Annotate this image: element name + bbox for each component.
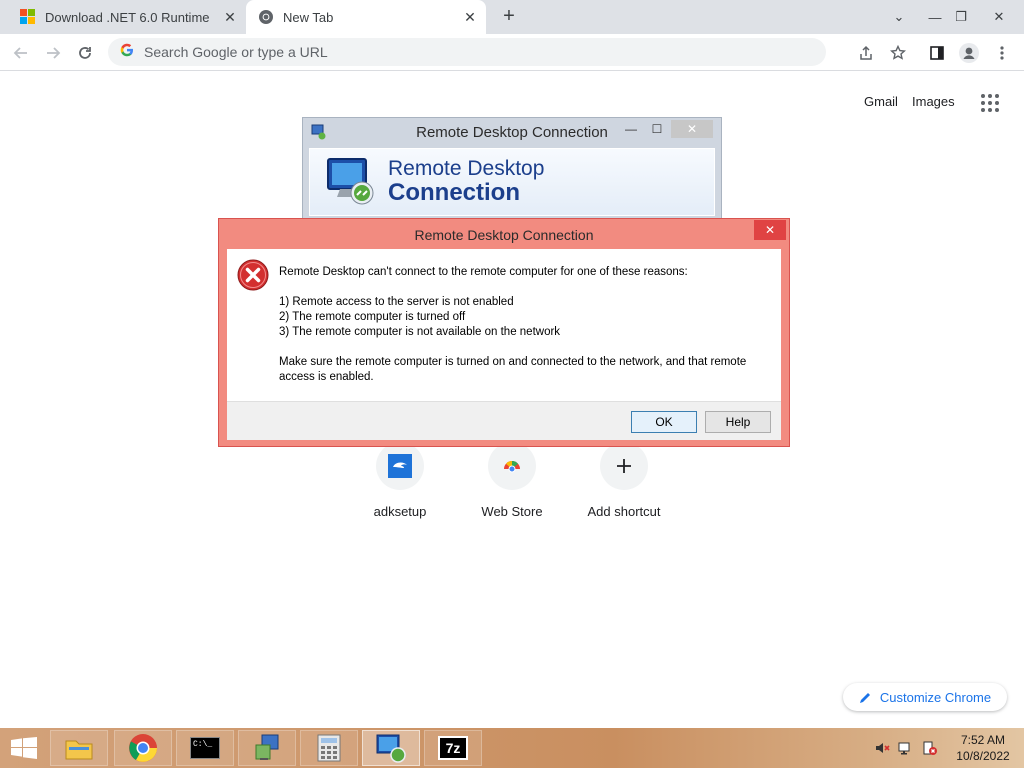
taskbar-clock[interactable]: 7:52 AM 10/8/2022 [948, 732, 1018, 764]
tab-close-icon[interactable]: ✕ [220, 7, 240, 27]
side-panel-button[interactable] [924, 40, 950, 66]
help-button[interactable]: Help [705, 411, 771, 433]
plus-icon [617, 459, 631, 473]
avatar-icon [959, 43, 979, 63]
taskbar-7zip[interactable]: 7z [424, 730, 482, 766]
taskbar-chrome[interactable] [114, 730, 172, 766]
error-dialog-titlebar[interactable]: Remote Desktop Connection ✕ [219, 219, 789, 249]
share-icon [860, 45, 872, 60]
error-intro: Remote Desktop can't connect to the remo… [279, 266, 688, 278]
star-icon [890, 45, 906, 60]
chrome-icon [258, 9, 274, 25]
error-icon [237, 259, 269, 291]
file-explorer-icon [65, 740, 93, 760]
start-button[interactable] [10, 737, 38, 759]
gmail-link[interactable]: Gmail [864, 94, 898, 109]
calculator-icon [317, 734, 341, 762]
error-message: Remote Desktop can't connect to the remo… [279, 265, 774, 385]
microsoft-logo-icon [20, 9, 36, 25]
remote-desktop-icon [376, 734, 406, 763]
rdc-maximize-button[interactable]: ☐ [647, 120, 667, 138]
forward-arrow-icon [47, 47, 61, 59]
tab-strip: Download .NET 6.0 Runtime ✕ New Tab ✕ + … [0, 0, 1024, 34]
error-reason-2: 2) The remote computer is turned off [279, 311, 466, 323]
chrome-icon [129, 734, 157, 762]
customize-chrome-button[interactable]: Customize Chrome [843, 683, 1007, 711]
rdc-minimize-button[interactable]: — [621, 120, 641, 138]
error-advice: Make sure the remote computer is turned … [279, 356, 747, 383]
forward-button[interactable] [40, 40, 66, 66]
customize-chrome-label: Customize Chrome [879, 689, 992, 705]
kebab-menu-icon [1000, 46, 1004, 60]
adk-icon [388, 454, 412, 478]
chrome-menu-button[interactable] [989, 40, 1015, 66]
error-dialog-close-button[interactable]: ✕ [754, 220, 786, 240]
network-icon[interactable] [898, 740, 914, 756]
reload-icon [79, 47, 91, 59]
tab-title: Download .NET 6.0 Runtime [45, 9, 210, 25]
command-prompt-icon: C:\_ [190, 737, 220, 759]
google-apps-icon[interactable] [981, 94, 999, 112]
tab-close-icon[interactable]: ✕ [460, 7, 480, 27]
error-reason-1: 1) Remote access to the server is not en… [279, 296, 514, 308]
cmd-icon-text: C:\_ [193, 740, 213, 749]
restore-button[interactable]: ❐ [944, 0, 978, 34]
pencil-icon [859, 692, 870, 703]
rdc-titlebar[interactable]: Remote Desktop Connection — ☐ ✕ [303, 118, 721, 146]
google-g-icon [120, 43, 134, 62]
taskbar-calculator[interactable] [300, 730, 358, 766]
shortcut-label: Web Store [481, 504, 543, 519]
rdc-banner: Remote Desktop Connection [309, 148, 715, 216]
7zip-icon-text: 7z [445, 740, 461, 756]
error-dialog-title: Remote Desktop Connection [414, 227, 594, 243]
browser-toolbar [0, 34, 1024, 71]
tab-search-dropdown-icon[interactable]: ⌄ [882, 0, 916, 34]
close-window-button[interactable]: ✕ [982, 0, 1016, 34]
error-dialog: Remote Desktop Connection ✕ Remote Deskt… [218, 218, 790, 447]
side-panel-icon [930, 46, 944, 60]
clock-date: 10/8/2022 [956, 749, 1010, 763]
7zip-icon: 7z [438, 736, 468, 760]
windows-logo-icon [11, 737, 37, 759]
shortcut-web-store[interactable]: Web Store [456, 442, 568, 519]
error-dialog-footer: OK Help [227, 401, 781, 440]
images-link[interactable]: Images [912, 94, 955, 109]
remote-desktop-icon [326, 157, 378, 212]
address-input[interactable] [144, 44, 744, 60]
rdc-banner-line1: Remote Desktop [388, 157, 545, 180]
taskbar-setup-installer[interactable] [238, 730, 296, 766]
shortcut-adksetup[interactable]: adksetup [344, 442, 456, 519]
rdc-close-button[interactable]: ✕ [671, 120, 713, 138]
tab-download-dotnet[interactable]: Download .NET 6.0 Runtime ✕ [8, 0, 246, 34]
shortcut-label: Add shortcut [587, 504, 661, 519]
back-arrow-icon [13, 47, 27, 59]
new-tab-button[interactable]: + [498, 6, 520, 28]
error-dialog-body: Remote Desktop can't connect to the remo… [227, 249, 781, 401]
taskbar-remote-desktop[interactable] [362, 730, 420, 766]
rdc-main-window: Remote Desktop Connection — ☐ ✕ Remote D… [302, 117, 722, 227]
error-reason-3: 3) The remote computer is not available … [279, 326, 561, 338]
ok-button[interactable]: OK [631, 411, 697, 433]
volume-muted-icon[interactable] [874, 740, 890, 756]
reload-button[interactable] [72, 40, 98, 66]
action-center-warning-icon[interactable] [922, 740, 938, 756]
bookmark-star-button[interactable] [885, 40, 911, 66]
shortcut-label: adksetup [373, 504, 427, 519]
back-button[interactable] [8, 40, 34, 66]
web-store-icon [504, 461, 520, 473]
taskbar: C:\_ 7z 7:52 AM 10/8/2022 [0, 728, 1024, 768]
setup-installer-icon [255, 734, 279, 760]
shortcut-add[interactable]: Add shortcut [568, 442, 680, 519]
omnibox[interactable] [108, 38, 826, 66]
share-button[interactable] [853, 40, 879, 66]
rdc-banner-line2: Connection [388, 179, 520, 206]
profile-button[interactable] [956, 40, 982, 66]
taskbar-command-prompt[interactable]: C:\_ [176, 730, 234, 766]
tab-new-tab[interactable]: New Tab ✕ [246, 0, 486, 34]
tab-title: New Tab [283, 9, 334, 25]
clock-time: 7:52 AM [960, 733, 1006, 747]
taskbar-file-explorer[interactable] [50, 730, 108, 766]
